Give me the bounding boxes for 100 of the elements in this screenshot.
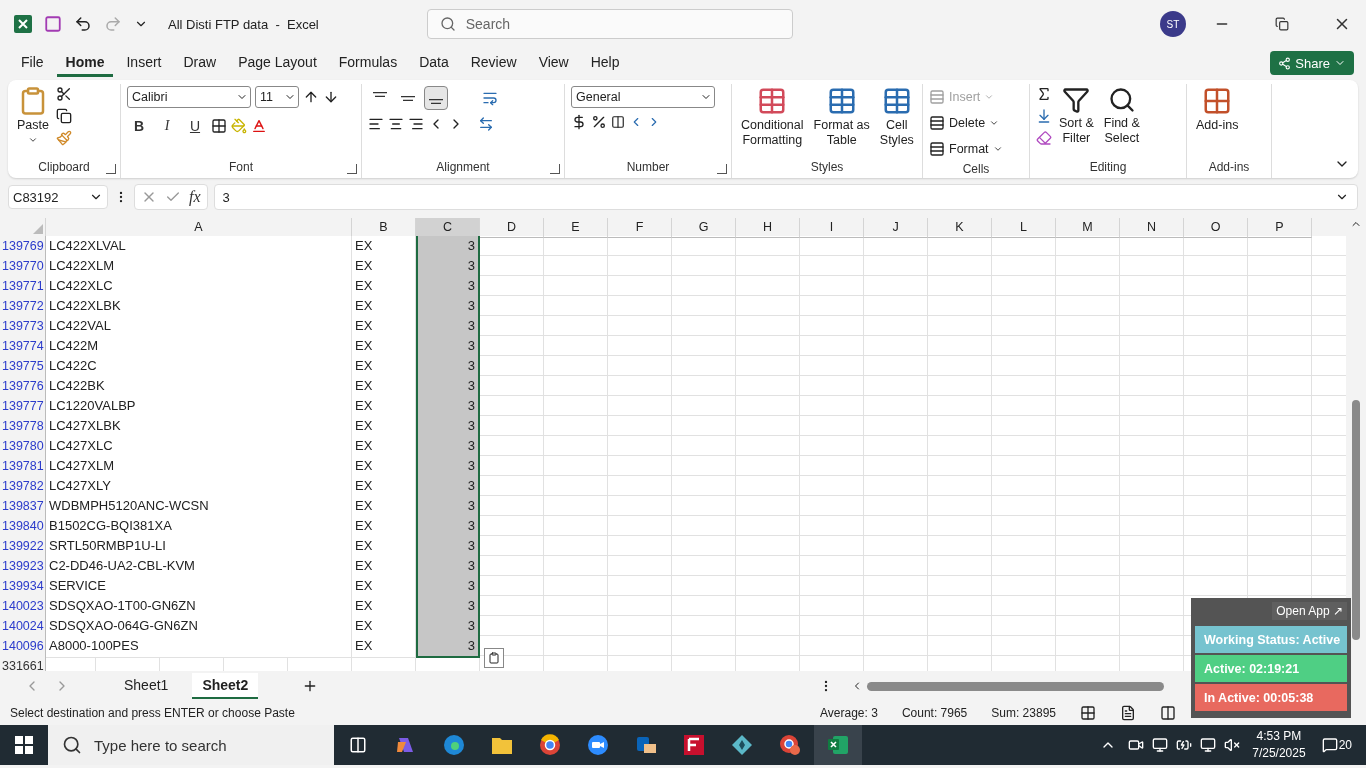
taskbar-clock[interactable]: 4:53 PM 7/25/2025 bbox=[1252, 728, 1306, 762]
row-header[interactable]: 139771 bbox=[0, 276, 46, 297]
camera-icon[interactable] bbox=[1128, 737, 1145, 753]
styles-button[interactable]: Cell Styles bbox=[876, 86, 917, 148]
taskbar-search-field[interactable]: Type here to search bbox=[48, 725, 334, 765]
windows-logo-icon[interactable] bbox=[15, 736, 33, 754]
column-header[interactable]: D bbox=[480, 218, 544, 238]
display-icon[interactable] bbox=[1152, 737, 1169, 753]
borders-icon[interactable] bbox=[211, 118, 227, 134]
align-left-icon[interactable] bbox=[368, 116, 384, 132]
clear-icon[interactable] bbox=[1036, 130, 1052, 146]
row-header[interactable]: 139777 bbox=[0, 396, 46, 417]
row-header[interactable]: 139775 bbox=[0, 356, 46, 377]
formula-field[interactable]: 3 bbox=[213, 184, 1358, 210]
row-header[interactable]: 331661 bbox=[0, 656, 46, 671]
menu-tab[interactable]: Home bbox=[56, 49, 114, 77]
font-color-icon[interactable] bbox=[251, 118, 267, 134]
underline-button[interactable]: U bbox=[183, 114, 207, 138]
row-header[interactable]: 139772 bbox=[0, 296, 46, 317]
column-header[interactable]: J bbox=[864, 218, 928, 238]
column-header[interactable]: K bbox=[928, 218, 992, 238]
column-header[interactable]: G bbox=[672, 218, 736, 238]
user-avatar[interactable]: ST bbox=[1160, 11, 1186, 37]
styles-button[interactable]: Conditional Formatting bbox=[738, 86, 807, 148]
row-header[interactable]: 139922 bbox=[0, 536, 46, 557]
vertical-align-button[interactable] bbox=[424, 86, 448, 110]
bold-button[interactable]: B bbox=[127, 114, 151, 138]
menu-tab[interactable]: File bbox=[12, 49, 53, 77]
row-header[interactable]: 139780 bbox=[0, 436, 46, 457]
row-header[interactable]: 139774 bbox=[0, 336, 46, 357]
column-header[interactable]: L bbox=[992, 218, 1056, 238]
styles-button[interactable]: Format as Table bbox=[810, 86, 873, 148]
open-app-button[interactable]: Open App ↗ bbox=[1272, 602, 1347, 620]
align-right-icon[interactable] bbox=[408, 116, 424, 132]
menu-tab[interactable]: Help bbox=[581, 49, 629, 77]
notifications-button[interactable]: 20 bbox=[1321, 737, 1352, 753]
cut-icon[interactable] bbox=[55, 86, 72, 102]
launcher-icon[interactable] bbox=[347, 164, 357, 174]
paste-button[interactable]: Paste bbox=[14, 86, 52, 145]
cells-button[interactable]: Delete bbox=[929, 112, 1000, 134]
page-layout-icon[interactable] bbox=[1120, 705, 1136, 721]
task-view-icon[interactable] bbox=[349, 736, 367, 754]
browser-icon[interactable] bbox=[539, 734, 561, 756]
battery-icon[interactable] bbox=[1176, 737, 1193, 753]
name-box[interactable]: C83192 bbox=[8, 185, 108, 209]
video-call-icon[interactable] bbox=[587, 734, 609, 756]
folder-icon[interactable] bbox=[491, 735, 513, 755]
italic-button[interactable]: I bbox=[155, 114, 179, 138]
app-icon[interactable] bbox=[731, 734, 753, 756]
spreadsheet-app-icon[interactable] bbox=[827, 734, 849, 756]
add-ins-button[interactable]: Add-ins bbox=[1193, 86, 1242, 133]
row-header[interactable]: 139837 bbox=[0, 496, 46, 517]
row-header[interactable]: 139778 bbox=[0, 416, 46, 437]
scrollbar-thumb[interactable] bbox=[1352, 400, 1360, 640]
font-name-select[interactable]: Calibri bbox=[127, 86, 251, 108]
currency-icon[interactable] bbox=[571, 114, 587, 130]
launcher-icon[interactable] bbox=[106, 164, 116, 174]
sheet-tab[interactable]: Sheet1 bbox=[114, 673, 179, 699]
fill-color-icon[interactable] bbox=[231, 118, 247, 134]
volume-muted-icon[interactable] bbox=[1224, 737, 1241, 753]
browser-icon[interactable] bbox=[779, 734, 801, 756]
editing-button[interactable]: Find & Select bbox=[1100, 86, 1143, 146]
row-header[interactable]: 140096 bbox=[0, 636, 46, 658]
menu-tab[interactable]: Data bbox=[410, 49, 458, 77]
menu-tab[interactable]: View bbox=[529, 49, 578, 77]
autosum-icon[interactable] bbox=[1036, 86, 1052, 102]
row-header[interactable]: 139923 bbox=[0, 556, 46, 577]
number-format-select[interactable]: General bbox=[571, 86, 715, 108]
row-header[interactable]: 139934 bbox=[0, 576, 46, 597]
share-button[interactable]: Share bbox=[1270, 51, 1354, 75]
menu-tab[interactable]: Page Layout bbox=[229, 49, 326, 77]
row-header[interactable]: 139776 bbox=[0, 376, 46, 397]
insert-function-button[interactable]: fx bbox=[189, 188, 201, 206]
column-header[interactable]: F bbox=[608, 218, 672, 238]
app-icon[interactable] bbox=[683, 734, 705, 756]
column-header[interactable]: M bbox=[1056, 218, 1120, 238]
scrollbar-thumb[interactable] bbox=[867, 681, 1164, 691]
row-header[interactable]: 139782 bbox=[0, 476, 46, 497]
row-header[interactable]: 139770 bbox=[0, 256, 46, 277]
row-header[interactable]: 139773 bbox=[0, 316, 46, 337]
menu-tab[interactable]: Formulas bbox=[329, 49, 407, 77]
mail-icon[interactable] bbox=[635, 734, 657, 756]
column-header[interactable]: N bbox=[1120, 218, 1184, 238]
column-header[interactable]: P bbox=[1248, 218, 1312, 238]
row-header[interactable]: 140023 bbox=[0, 596, 46, 617]
font-size-select[interactable]: 11 bbox=[255, 86, 299, 108]
format-painter-icon[interactable] bbox=[55, 130, 72, 146]
page-break-icon[interactable] bbox=[1160, 705, 1176, 721]
copy-icon[interactable] bbox=[55, 108, 72, 124]
launcher-icon[interactable] bbox=[550, 164, 560, 174]
undo-icon[interactable] bbox=[74, 15, 92, 33]
editing-button[interactable]: Sort & Filter bbox=[1056, 86, 1097, 146]
menu-tab[interactable]: Review bbox=[461, 49, 526, 77]
wrap-text-icon[interactable] bbox=[482, 90, 498, 106]
row-header[interactable]: 140024 bbox=[0, 616, 46, 637]
sheet-tab[interactable]: Sheet2 bbox=[192, 673, 259, 699]
browser-icon[interactable] bbox=[443, 734, 465, 756]
menu-tab[interactable]: Insert bbox=[117, 49, 171, 77]
launcher-icon[interactable] bbox=[717, 164, 727, 174]
column-header[interactable]: I bbox=[800, 218, 864, 238]
